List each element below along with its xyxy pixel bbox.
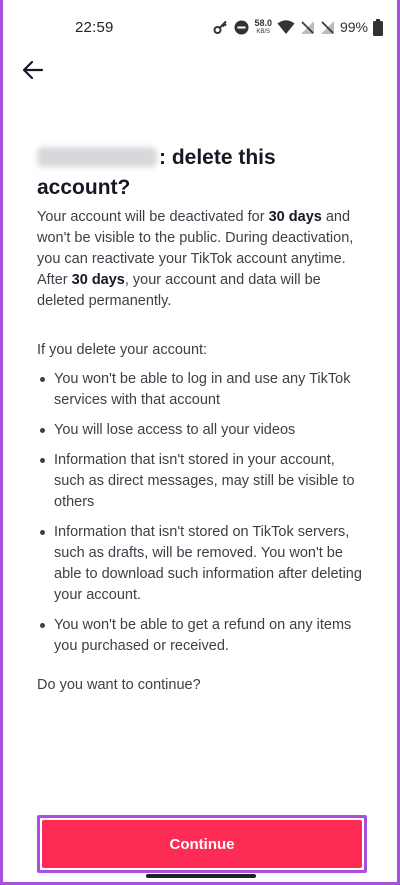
list-item: You won't be able to get a refund on any… [37,615,367,657]
deactivation-days: 30 days [268,209,322,225]
blurred-username [37,147,157,167]
do-not-disturb-icon [234,20,249,35]
list-item-text: You will lose access to all your videos [54,422,296,438]
network-speed-unit: KB/S [256,29,271,35]
battery-icon [373,18,383,36]
content-body: Your account will be deactivated for 30 … [37,207,367,696]
status-bar: 22:59 58.0 KB/S 99% [3,0,397,52]
list-item-text: Information that isn't stored on TikTok … [54,524,362,603]
list-item-text: Information that isn't stored in your ac… [54,452,355,510]
deactivation-paragraph: Your account will be deactivated for 30 … [37,207,367,270]
consequences-intro: If you delete your account: [37,342,208,358]
continue-question: Do you want to continue? [37,677,201,693]
network-speed-value: 58.0 [254,18,272,28]
list-item: Information that isn't stored on TikTok … [37,522,367,606]
status-time: 22:59 [75,19,114,36]
bullet-icon [40,428,45,433]
network-speed: 58.0 KB/S [254,18,272,36]
list-item-text: You won't be able to log in and use any … [54,371,351,408]
title-line2: account? [37,176,131,199]
list-item-text: You won't be able to get a refund on any… [54,617,352,654]
deletion-paragraph: After 30 days, your account and data wil… [37,270,367,312]
deactivation-text-1: Your account will be deactivated for [37,209,269,225]
status-icons: 58.0 KB/S 99% [213,16,383,38]
deletion-text-1: After [37,272,72,288]
bullet-icon [40,377,45,382]
title-suffix: : delete this [159,146,276,169]
no-signal-icon [320,20,335,35]
deletion-days: 30 days [71,272,125,288]
list-item: You will lose access to all your videos [37,420,367,441]
back-button[interactable] [19,58,47,86]
bullet-icon [40,530,45,535]
continue-button[interactable]: Continue [42,820,362,868]
bullet-icon [40,623,45,628]
list-item: Information that isn't stored in your ac… [37,450,367,513]
bullet-icon [40,458,45,463]
wifi-icon [277,19,295,35]
key-icon [213,19,229,35]
arrow-left-icon [21,58,45,87]
consequences-list: You won't be able to log in and use any … [37,369,367,657]
home-indicator[interactable] [146,874,256,878]
page-title: : delete this account? [37,143,367,203]
no-signal-icon [300,20,315,35]
app-screen: 22:59 58.0 KB/S 99%: delete this accoun… [3,0,397,882]
continue-button-highlight: Continue [37,815,367,873]
battery-percentage: 99% [339,19,368,35]
list-item: You won't be able to log in and use any … [37,369,367,411]
